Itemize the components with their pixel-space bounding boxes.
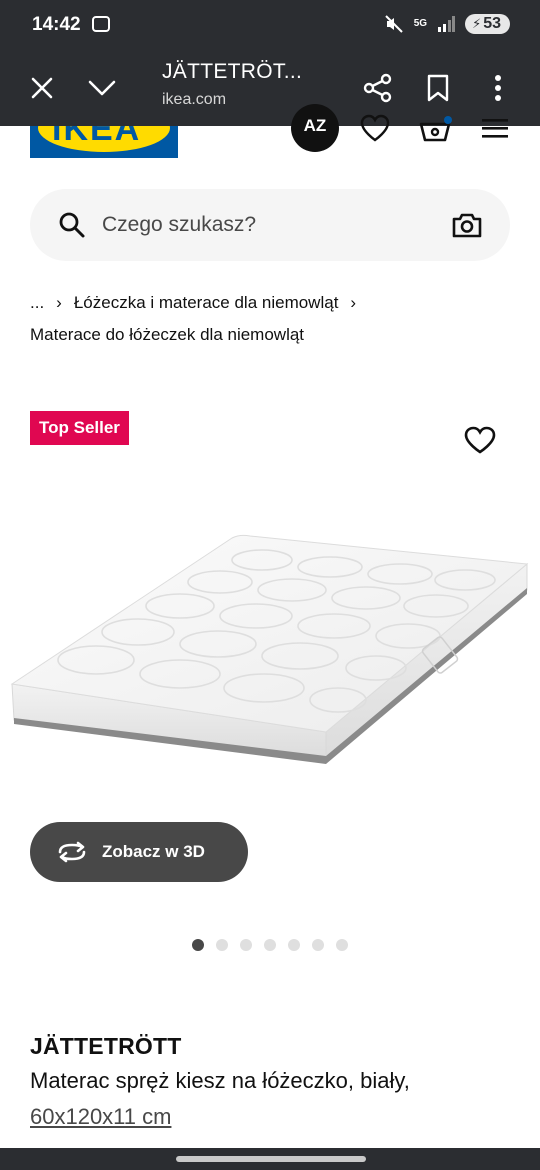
- page-url: ikea.com: [162, 91, 227, 108]
- close-tab-button[interactable]: [20, 66, 64, 110]
- status-indicators: 5G ⚡ 53: [384, 14, 510, 34]
- carousel-dot[interactable]: [288, 939, 300, 951]
- breadcrumb-item-mattresses[interactable]: Materace do łóżeczek dla niemowląt: [30, 325, 304, 344]
- more-vertical-icon: [495, 75, 501, 101]
- breadcrumb-separator: ›: [350, 293, 357, 312]
- bookmark-button[interactable]: [416, 66, 460, 110]
- avatar-initials: AZ: [303, 116, 327, 135]
- search-input[interactable]: [102, 189, 432, 261]
- product-size-link[interactable]: 60x120x11 cm: [30, 1104, 171, 1130]
- breadcrumb-item-baby-beds[interactable]: Łóżeczka i materace dla niemowląt: [74, 293, 339, 312]
- view-in-3d-label: Zobacz w 3D: [102, 842, 205, 861]
- chevron-down-icon: [88, 80, 116, 96]
- ikea-logo[interactable]: IKEA: [30, 126, 178, 158]
- add-to-favourites-icon[interactable]: [464, 426, 496, 454]
- menu-icon[interactable]: [482, 118, 508, 138]
- browser-toolbar: JÄTTETRÖT... ikea.com: [0, 52, 540, 126]
- favourites-icon[interactable]: [360, 114, 390, 142]
- top-seller-badge: Top Seller: [30, 411, 129, 445]
- carousel-dot[interactable]: [216, 939, 228, 951]
- image-carousel-dots: [192, 939, 348, 951]
- breadcrumb-separator: ›: [56, 293, 62, 312]
- mute-icon: [385, 15, 403, 33]
- page-title: JÄTTETRÖT...: [162, 60, 303, 83]
- product-image[interactable]: [0, 520, 540, 780]
- system-navigation-bar: [0, 1148, 540, 1170]
- home-gesture-handle[interactable]: [176, 1156, 366, 1162]
- carousel-dot[interactable]: [336, 939, 348, 951]
- screenshot-icon: [92, 16, 110, 32]
- logo-text: IKEA: [52, 126, 142, 148]
- battery-level: 53: [483, 15, 501, 32]
- battery-indicator: ⚡ 53: [465, 14, 510, 34]
- basket-icon[interactable]: [418, 112, 452, 142]
- rotate-3d-icon: [58, 841, 86, 863]
- search-icon: [59, 212, 85, 238]
- network-label: 5G: [413, 18, 428, 29]
- status-time: 14:42: [32, 14, 81, 35]
- bookmark-icon: [427, 74, 449, 102]
- share-button[interactable]: [356, 66, 400, 110]
- camera-icon[interactable]: [452, 211, 482, 239]
- product-description: Materac spręż kiesz na łóżeczko, biały,: [30, 1068, 410, 1093]
- carousel-dot[interactable]: [312, 939, 324, 951]
- breadcrumb-ellipsis[interactable]: ...: [30, 293, 44, 312]
- view-in-3d-button[interactable]: Zobacz w 3D: [30, 822, 248, 882]
- minimize-button[interactable]: [80, 66, 124, 110]
- signal-icon: [438, 16, 456, 32]
- status-bar: 14:42 5G ⚡ 53: [0, 0, 540, 52]
- share-icon: [363, 73, 392, 103]
- more-options-button[interactable]: [476, 66, 520, 110]
- carousel-dot[interactable]: [264, 939, 276, 951]
- account-avatar[interactable]: AZ: [291, 104, 339, 152]
- carousel-dot[interactable]: [240, 939, 252, 951]
- charging-icon: ⚡: [472, 16, 482, 31]
- search-bar[interactable]: [30, 189, 510, 261]
- product-name: JÄTTETRÖTT: [30, 1033, 182, 1059]
- close-icon: [31, 77, 53, 99]
- breadcrumb: ... › Łóżeczka i materace dla niemowląt › M…: [30, 287, 510, 351]
- carousel-dot[interactable]: [192, 939, 204, 951]
